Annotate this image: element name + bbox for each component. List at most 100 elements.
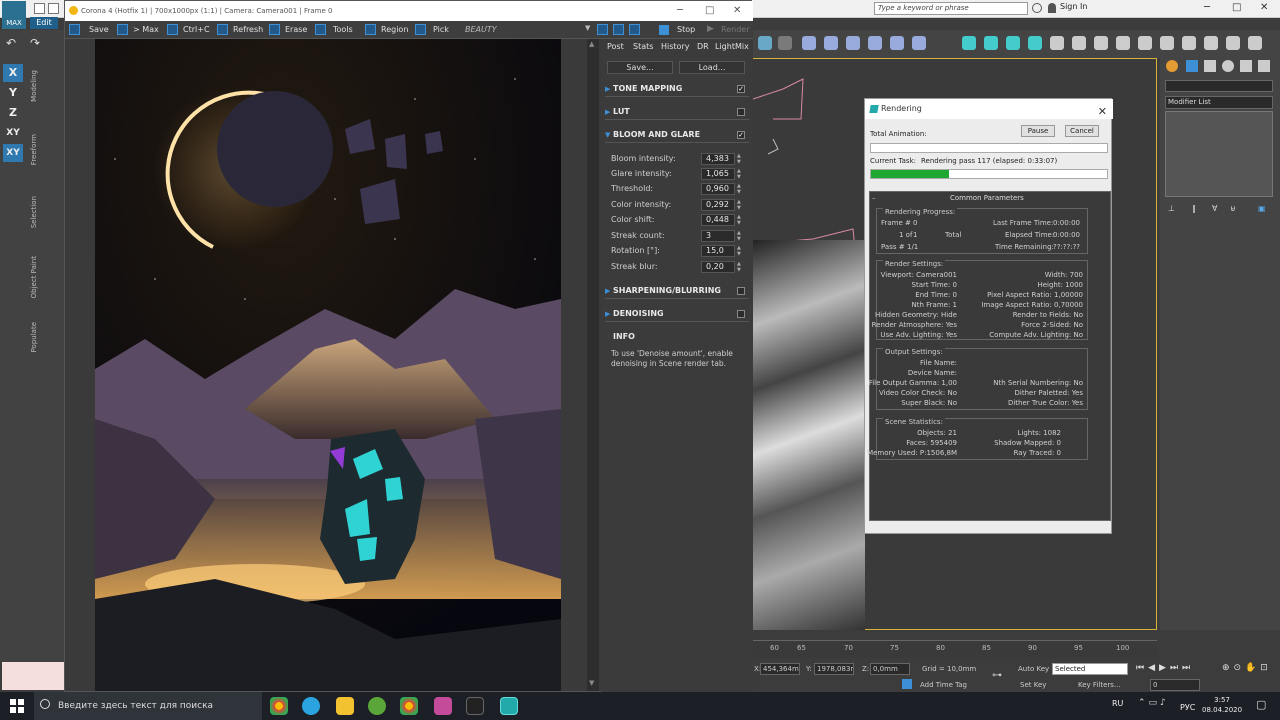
render-frame-icon[interactable]	[824, 36, 838, 50]
section-bloom-and-glare[interactable]: ▼ BLOOM AND GLARE ✓	[605, 127, 749, 143]
spinner-icon[interactable]: ▲ ▼	[737, 230, 741, 242]
teapot-render-icon[interactable]	[1248, 36, 1262, 50]
axis-y-button[interactable]: Y	[3, 84, 23, 102]
help-search-input[interactable]: Type a keyword or phrase	[874, 2, 1028, 15]
photoshop-app-icon[interactable]	[466, 697, 484, 715]
messenger-app-icon[interactable]	[434, 697, 452, 715]
modifier-stack[interactable]	[1165, 111, 1273, 197]
camera-icon[interactable]	[1006, 36, 1020, 50]
rendered-image[interactable]	[95, 39, 561, 691]
add-time-tag[interactable]: Add Time Tag	[920, 681, 967, 689]
modify-tab-icon[interactable]	[1186, 60, 1198, 72]
graph-icon[interactable]	[1182, 36, 1196, 50]
create-tab-icon[interactable]	[1166, 60, 1178, 72]
ribbon-icon[interactable]	[1138, 36, 1152, 50]
spinner-icon[interactable]: ▲ ▼	[737, 168, 741, 180]
taskbar-search-box[interactable]: Введите здесь текст для поиска	[34, 692, 262, 720]
rendering-close-icon[interactable]: ✕	[1098, 102, 1107, 122]
close-icon[interactable]: ✕	[1260, 2, 1268, 13]
teapot-icon[interactable]	[868, 36, 882, 50]
bloom-checkbox[interactable]: ✓	[737, 131, 745, 139]
coord-y-field[interactable]: 1978,083m	[814, 663, 854, 675]
utilities-tab-icon[interactable]	[1258, 60, 1270, 72]
spinner-icon[interactable]: ▲ ▼	[737, 153, 741, 165]
hierarchy-tab-icon[interactable]	[1204, 60, 1216, 72]
object-name-field[interactable]	[1165, 80, 1273, 92]
spinner-icon[interactable]: ▲ ▼	[737, 214, 741, 226]
select-icon[interactable]	[758, 36, 772, 50]
modifier-list-dropdown[interactable]: Modifier List	[1165, 96, 1273, 109]
maximize-icon[interactable]: □	[1232, 2, 1241, 13]
timeline[interactable]: 60 65 70 75 80 85 90 95 100	[752, 640, 1157, 658]
tab-history[interactable]: History	[661, 41, 689, 53]
pin-stack-icon[interactable]: ⊥	[1168, 204, 1175, 213]
sharpening-checkbox[interactable]	[737, 287, 745, 295]
ribbon-tab-populate[interactable]: Populate	[30, 322, 38, 352]
streak-count-input[interactable]: 3	[701, 230, 735, 242]
render-icon[interactable]	[846, 36, 860, 50]
playback-controls[interactable]: ⏮◀▶⏭⏭	[1136, 663, 1194, 673]
vfb-maximize-icon[interactable]: □	[705, 1, 714, 21]
notification-icon[interactable]: ▢	[1256, 698, 1266, 711]
denoising-checkbox[interactable]	[737, 310, 745, 318]
vfb-close-icon[interactable]: ✕	[733, 1, 741, 21]
search-icon[interactable]	[1032, 3, 1042, 13]
key-selection-dropdown[interactable]: Selected	[1052, 663, 1128, 675]
link-icon[interactable]	[778, 36, 792, 50]
render-active-icon[interactable]	[890, 36, 904, 50]
collapse-icon[interactable]: –	[872, 194, 876, 202]
light-icon[interactable]	[962, 36, 976, 50]
key-icon[interactable]: ⊶	[992, 670, 1002, 681]
pick-button[interactable]: Pick	[433, 24, 449, 36]
section-lut[interactable]: ▶ LUT	[605, 104, 749, 120]
spinner-icon[interactable]: ▲ ▼	[737, 199, 741, 211]
axis-x-button[interactable]: X	[3, 64, 23, 82]
material-editor-icon[interactable]	[1094, 36, 1108, 50]
tone-mapping-checkbox[interactable]: ✓	[737, 85, 745, 93]
scroll-down-icon[interactable]: ▼	[589, 679, 594, 687]
new-file-icon[interactable]	[34, 3, 45, 14]
erase-button[interactable]: Erase	[285, 24, 307, 36]
render-setup-icon[interactable]	[802, 36, 816, 50]
streak-blur-input[interactable]: 0,20	[701, 261, 735, 273]
color-shift-input[interactable]: 0,448	[701, 214, 735, 226]
tab-post[interactable]: Post	[607, 41, 624, 53]
tray-language[interactable]: RU	[1112, 699, 1123, 708]
time-tag-icon[interactable]	[902, 679, 912, 689]
configure-sets-icon[interactable]: ▣	[1258, 204, 1266, 213]
spinner-icon[interactable]: ▲ ▼	[737, 261, 741, 273]
viewport-nav-controls[interactable]: ⊕⊙✋⊡	[1222, 663, 1272, 673]
coord-x-field[interactable]: 454,364m	[760, 663, 800, 675]
layers-icon[interactable]	[1050, 36, 1064, 50]
track-view-icon[interactable]	[1204, 36, 1218, 50]
tab-stats[interactable]: Stats	[633, 41, 653, 53]
axis-z-button[interactable]: Z	[3, 104, 23, 122]
common-parameters-title[interactable]: Common Parameters	[950, 194, 1024, 202]
threshold-input[interactable]: 0,960	[701, 183, 735, 195]
post-load-button[interactable]: Load...	[679, 61, 745, 74]
render-element-chevron-icon[interactable]: ▼	[585, 24, 590, 32]
key-filters-button[interactable]: Key Filters...	[1078, 681, 1121, 689]
bloom-intensity-input[interactable]: 4,383	[701, 153, 735, 165]
explorer-app-icon[interactable]	[336, 697, 354, 715]
render-production-icon[interactable]	[912, 36, 926, 50]
tray-icons[interactable]: ⌃▭♪	[1138, 698, 1169, 708]
scroll-up-icon[interactable]: ▲	[589, 40, 594, 48]
tab-lightmix[interactable]: LightMix	[715, 41, 749, 53]
vfb-scrollbar[interactable]: ▲ ▼	[587, 39, 599, 691]
send-to-max-button[interactable]: > Max	[133, 24, 159, 36]
section-sharpening-blurring[interactable]: ▶ SHARPENING/BLURRING	[605, 283, 749, 299]
copy-button[interactable]: Ctrl+C	[183, 24, 210, 36]
set-key-button[interactable]: Set Key	[1020, 681, 1046, 689]
menu-edit[interactable]: Edit	[30, 17, 58, 29]
open-file-icon[interactable]	[48, 3, 59, 14]
rotation-input[interactable]: 15,0	[701, 245, 735, 257]
current-frame-field[interactable]: 0	[1150, 679, 1200, 691]
chrome-active-app-icon[interactable]	[400, 697, 418, 715]
ribbon-tab-freeform[interactable]: Freeform	[30, 134, 38, 165]
helper-icon[interactable]	[1028, 36, 1042, 50]
section-denoising[interactable]: ▶ DENOISING	[605, 306, 749, 322]
color-intensity-input[interactable]: 0,292	[701, 199, 735, 211]
ribbon-tab-object-paint[interactable]: Object Paint	[30, 256, 38, 298]
telegram-app-icon[interactable]	[302, 697, 320, 715]
